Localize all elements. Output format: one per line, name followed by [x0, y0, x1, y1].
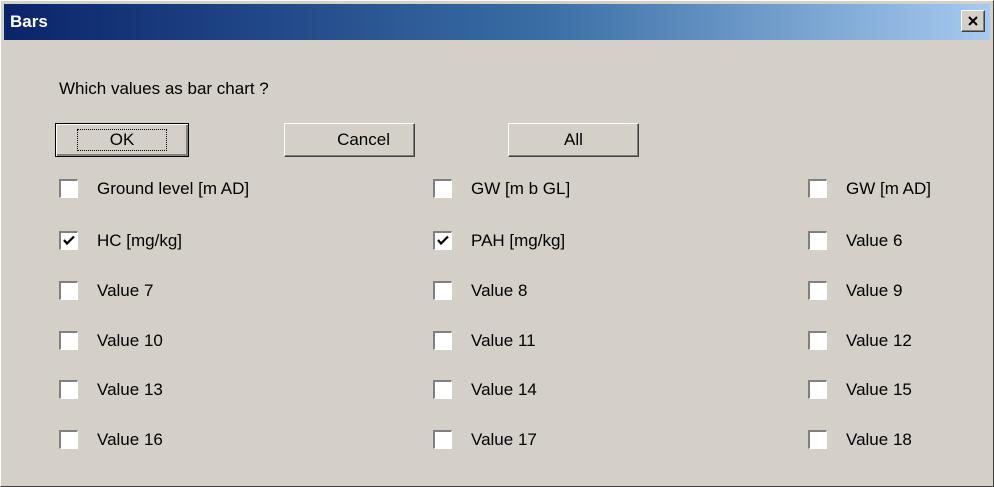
window-title: Bars: [10, 12, 48, 31]
checkbox-label: Value 8: [471, 281, 528, 300]
checkbox-label: PAH [mg/kg]: [471, 231, 566, 250]
ok-button[interactable]: OK: [55, 123, 189, 157]
checkbox-label: Value 11: [471, 331, 536, 350]
checkbox-label: Value 12: [846, 331, 912, 350]
checkbox-label: Value 17: [471, 430, 537, 449]
ok-button-label: OK: [76, 129, 168, 151]
checkbox[interactable]: [808, 331, 827, 350]
checkbox[interactable]: [59, 281, 78, 300]
checkbox[interactable]: [808, 231, 827, 250]
checkbox[interactable]: [59, 430, 78, 449]
checkbox-label: Ground level [m AD]: [97, 179, 250, 198]
cancel-button[interactable]: Cancel: [284, 123, 415, 157]
checkbox-label: GW [m b GL]: [471, 179, 571, 198]
checkmark-icon: [63, 235, 75, 246]
checkbox[interactable]: [433, 231, 452, 250]
checkbox-label: Value 14: [471, 380, 537, 399]
checkbox-label: Value 16: [97, 430, 163, 449]
checkbox-label: Value 18: [846, 430, 912, 449]
checkbox[interactable]: [808, 179, 827, 198]
close-icon: [968, 16, 978, 26]
checkbox[interactable]: [433, 331, 452, 350]
checkbox[interactable]: [59, 380, 78, 399]
checkbox[interactable]: [808, 281, 827, 300]
checkbox-label: Value 15: [846, 380, 912, 399]
checkbox-label: Value 10: [97, 331, 163, 350]
checkbox[interactable]: [59, 331, 78, 350]
checkbox[interactable]: [433, 179, 452, 198]
all-button[interactable]: All: [508, 123, 639, 157]
prompt-text: Which values as bar chart ?: [59, 79, 269, 98]
checkbox[interactable]: [59, 231, 78, 250]
checkbox-label: Value 9: [846, 281, 903, 300]
checkbox-label: Value 7: [97, 281, 154, 300]
checkbox-label: GW [m AD]: [846, 179, 931, 198]
checkbox[interactable]: [433, 380, 452, 399]
checkbox[interactable]: [808, 430, 827, 449]
title-bar[interactable]: Bars: [4, 4, 990, 40]
close-button[interactable]: [961, 10, 985, 32]
checkbox[interactable]: [433, 281, 452, 300]
checkbox-label: HC [mg/kg]: [97, 231, 183, 250]
bars-dialog: Bars Which values as bar chart ? OK Canc…: [0, 0, 994, 487]
checkmark-icon: [437, 235, 449, 246]
checkbox-label: Value 13: [97, 380, 163, 399]
checkbox[interactable]: [808, 380, 827, 399]
checkbox[interactable]: [433, 430, 452, 449]
checkbox[interactable]: [59, 179, 78, 198]
checkbox-label: Value 6: [846, 231, 903, 250]
